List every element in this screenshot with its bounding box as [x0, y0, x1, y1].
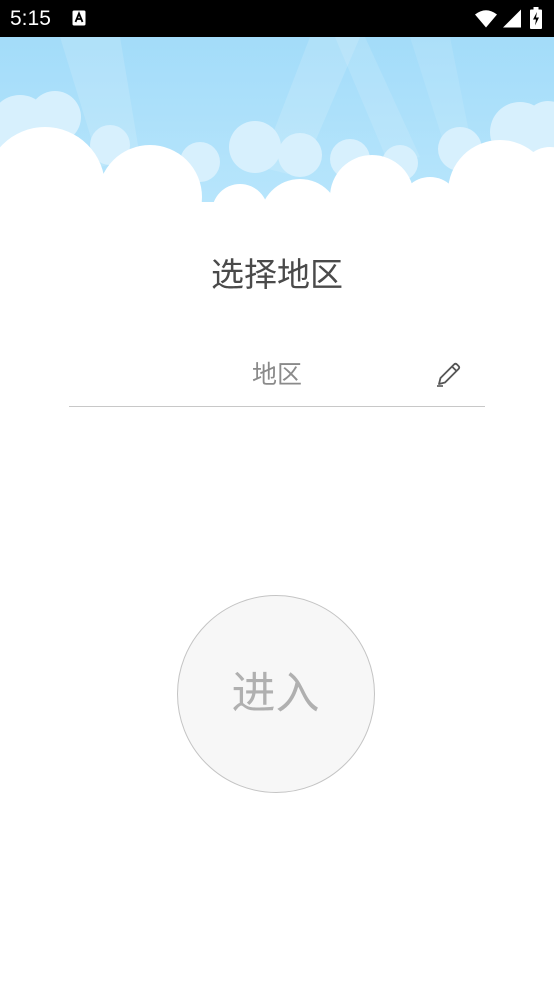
enter-button[interactable]: 进入: [177, 595, 375, 793]
battery-charging-icon: [530, 7, 542, 33]
sky-cloud-banner: [0, 37, 554, 259]
wifi-icon: [475, 9, 497, 32]
region-select-field[interactable]: 地区: [69, 350, 485, 407]
pencil-edit-icon[interactable]: [435, 360, 463, 388]
notification-a-icon: [72, 10, 86, 30]
page-title: 选择地区: [211, 255, 343, 294]
region-field-label: 地区: [251, 360, 302, 389]
signal-icon: [503, 9, 521, 32]
status-time: 5:15: [10, 7, 51, 30]
status-bar: 5:15: [0, 0, 554, 37]
enter-button-label: 进入: [231, 668, 320, 719]
